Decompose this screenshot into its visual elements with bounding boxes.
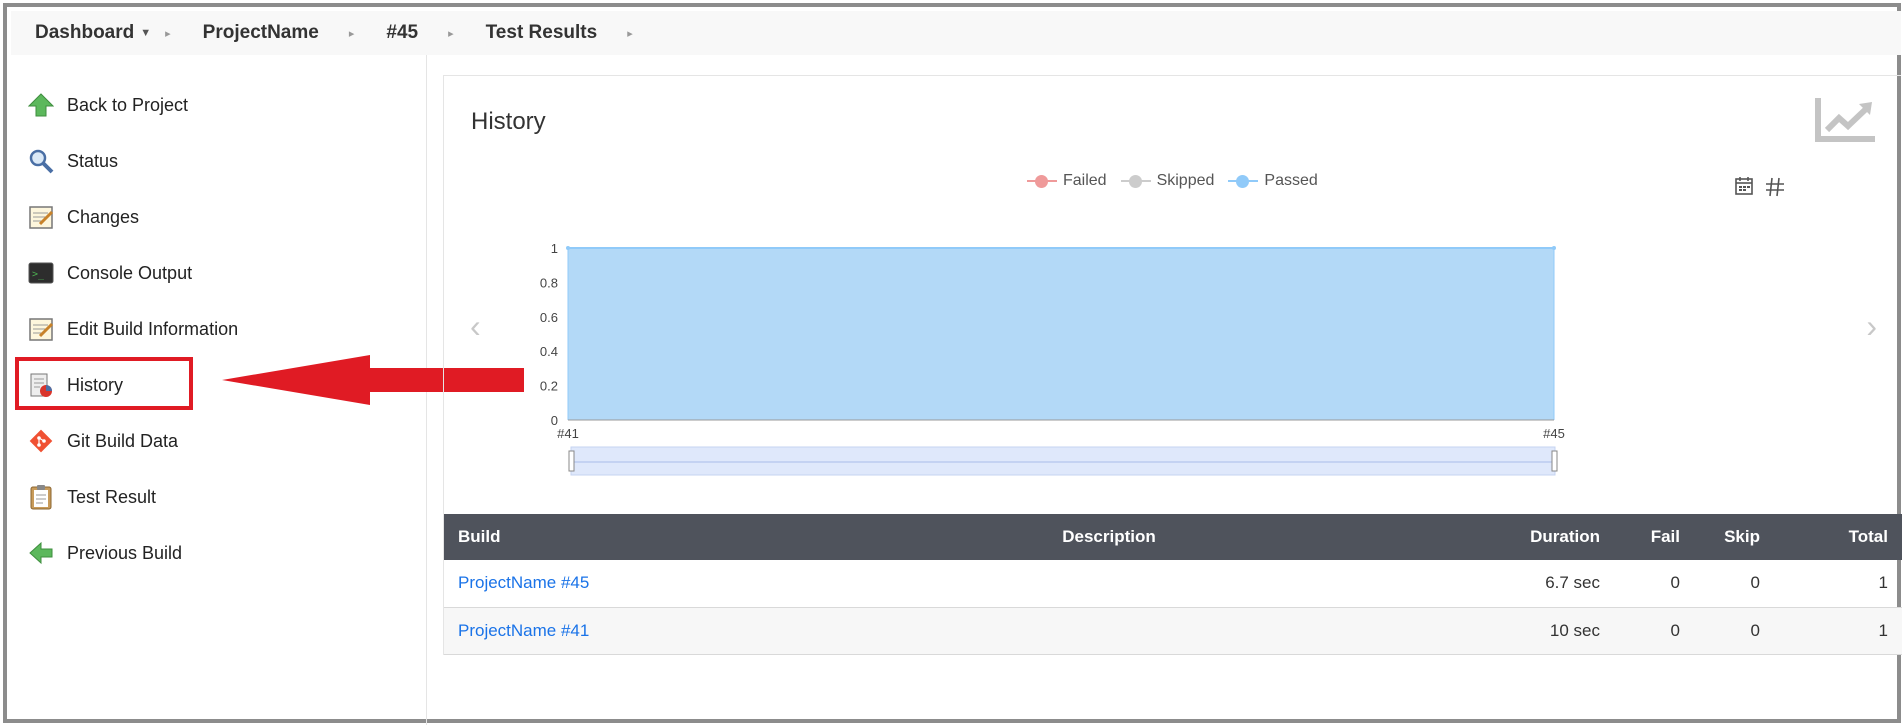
cell-duration: 6.7 sec bbox=[1254, 560, 1614, 608]
x-tick-label: #45 bbox=[1543, 426, 1565, 441]
table-row: ProjectName #45 6.7 sec 0 0 1 bbox=[444, 560, 1902, 608]
legend-item-failed[interactable]: Failed bbox=[1027, 172, 1107, 190]
cell-skip: 0 bbox=[1694, 607, 1774, 655]
sidebar-item-label: Console Output bbox=[67, 262, 193, 283]
sidebar-item-label: Edit Build Information bbox=[67, 318, 239, 339]
table-row: ProjectName #41 10 sec 0 0 1 bbox=[444, 607, 1902, 655]
legend-item-passed[interactable]: Passed bbox=[1228, 172, 1318, 190]
terminal-icon: >_ bbox=[27, 259, 55, 287]
sidebar-item-label: Test Result bbox=[67, 486, 157, 507]
chart-toolbar bbox=[1734, 176, 1786, 203]
sidebar-item-edit-build-information[interactable]: Edit Build Information bbox=[27, 309, 238, 349]
sidebar-item-test-result[interactable]: Test Result bbox=[27, 477, 156, 517]
legend-label-failed: Failed bbox=[1063, 172, 1107, 189]
caret-down-icon[interactable]: ▼ bbox=[140, 27, 151, 39]
breadcrumb: Dashboard ▼ ▸ ProjectName ▸ #45 ▸ Test Re… bbox=[11, 11, 1901, 55]
chevron-right-icon: ▸ bbox=[165, 27, 171, 40]
chevron-right-icon: ▸ bbox=[627, 27, 633, 40]
left-arrow-icon bbox=[27, 539, 55, 567]
breadcrumb-build[interactable]: #45 bbox=[386, 22, 418, 44]
x-tick-label: #41 bbox=[557, 426, 579, 441]
sidebar-item-label: Back to Project bbox=[67, 94, 189, 115]
header-skip[interactable]: Skip bbox=[1694, 514, 1774, 560]
panel-title: History bbox=[471, 108, 546, 135]
cell-description bbox=[964, 560, 1254, 608]
sidebar-item-changes[interactable]: Changes bbox=[27, 197, 139, 237]
cell-duration: 10 sec bbox=[1254, 607, 1614, 655]
cell-fail: 0 bbox=[1614, 607, 1694, 655]
calendar-icon[interactable] bbox=[1734, 176, 1754, 203]
header-description[interactable]: Description bbox=[964, 514, 1254, 560]
notepad-icon bbox=[27, 203, 55, 231]
zoom-slider-track bbox=[570, 446, 1556, 476]
legend-label-passed: Passed bbox=[1264, 172, 1318, 189]
sidebar-item-label: Status bbox=[67, 150, 119, 171]
cell-total: 1 bbox=[1774, 560, 1902, 608]
chart-legend: Failed Skipped Passed bbox=[1027, 172, 1318, 190]
sidebar-item-label: Git Build Data bbox=[67, 430, 179, 451]
cell-fail: 0 bbox=[1614, 560, 1694, 608]
sidebar-item-label: Previous Build bbox=[67, 542, 183, 563]
header-build[interactable]: Build bbox=[444, 514, 964, 560]
y-tick-label: 0.4 bbox=[540, 344, 558, 359]
legend-label-skipped: Skipped bbox=[1156, 172, 1215, 189]
history-highlight-box bbox=[15, 357, 193, 410]
sidebar-item-back-to-project[interactable]: Back to Project bbox=[27, 85, 188, 125]
build-link[interactable]: ProjectName #45 bbox=[458, 573, 589, 592]
sidebar-item-status[interactable]: Status bbox=[27, 141, 118, 181]
svg-text:>_: >_ bbox=[32, 269, 45, 280]
window-frame: Dashboard ▼ ▸ ProjectName ▸ #45 ▸ Test Re… bbox=[3, 3, 1902, 725]
y-tick-label: 0.6 bbox=[540, 310, 558, 325]
results-table: Build Description Duration Fail Skip Tot… bbox=[444, 514, 1902, 655]
build-link[interactable]: ProjectName #41 bbox=[458, 621, 589, 640]
legend-marker-skipped bbox=[1120, 175, 1151, 188]
legend-item-skipped[interactable]: Skipped bbox=[1120, 172, 1215, 190]
y-tick-label: 1 bbox=[551, 241, 558, 256]
breadcrumb-dashboard[interactable]: Dashboard ▼ bbox=[35, 22, 151, 44]
header-total[interactable]: Total bbox=[1774, 514, 1902, 560]
hash-icon[interactable] bbox=[1764, 176, 1786, 203]
magnifier-icon bbox=[27, 147, 55, 175]
table-header-row: Build Description Duration Fail Skip Tot… bbox=[444, 514, 1902, 560]
history-panel: History Failed Skipped Passed ‹ › 0 0.2 … bbox=[443, 75, 1902, 655]
header-duration[interactable]: Duration bbox=[1254, 514, 1614, 560]
zoom-slider-handle-left[interactable] bbox=[568, 450, 575, 472]
breadcrumb-dashboard-label: Dashboard bbox=[35, 22, 135, 43]
cell-skip: 0 bbox=[1694, 560, 1774, 608]
up-arrow-icon bbox=[27, 91, 55, 119]
sidebar-item-console-output[interactable]: >_ Console Output bbox=[27, 253, 192, 293]
cell-total: 1 bbox=[1774, 607, 1902, 655]
y-tick-label: 0.2 bbox=[540, 379, 558, 394]
cell-build: ProjectName #45 bbox=[444, 560, 964, 608]
legend-marker-passed bbox=[1228, 175, 1259, 188]
chevron-right-icon: ▸ bbox=[448, 27, 454, 40]
history-chart: 00.20.40.60.81#41 #45 bbox=[540, 241, 1565, 476]
sidebar-item-label: Changes bbox=[67, 206, 140, 227]
clipboard-icon bbox=[27, 483, 55, 511]
git-icon bbox=[27, 427, 55, 455]
chart-next-arrow[interactable]: › bbox=[1866, 308, 1877, 345]
series-area-passed bbox=[568, 248, 1554, 420]
breadcrumb-page[interactable]: Test Results bbox=[486, 22, 598, 44]
sidebar-item-previous-build[interactable]: Previous Build bbox=[27, 533, 182, 573]
sidebar-item-git-build-data[interactable]: Git Build Data bbox=[27, 421, 178, 461]
trend-chart-icon[interactable] bbox=[1815, 96, 1877, 147]
legend-marker-failed bbox=[1027, 175, 1057, 188]
chevron-right-icon: ▸ bbox=[348, 27, 355, 40]
zoom-slider-handle-right[interactable] bbox=[1551, 450, 1558, 472]
chart-prev-arrow[interactable]: ‹ bbox=[470, 308, 481, 345]
cell-build: ProjectName #41 bbox=[444, 607, 964, 655]
y-tick-label: 0.8 bbox=[540, 275, 558, 290]
breadcrumb-project[interactable]: ProjectName bbox=[203, 22, 319, 44]
cell-description bbox=[964, 607, 1254, 655]
header-fail[interactable]: Fail bbox=[1614, 514, 1694, 560]
notepad-icon bbox=[27, 315, 55, 343]
